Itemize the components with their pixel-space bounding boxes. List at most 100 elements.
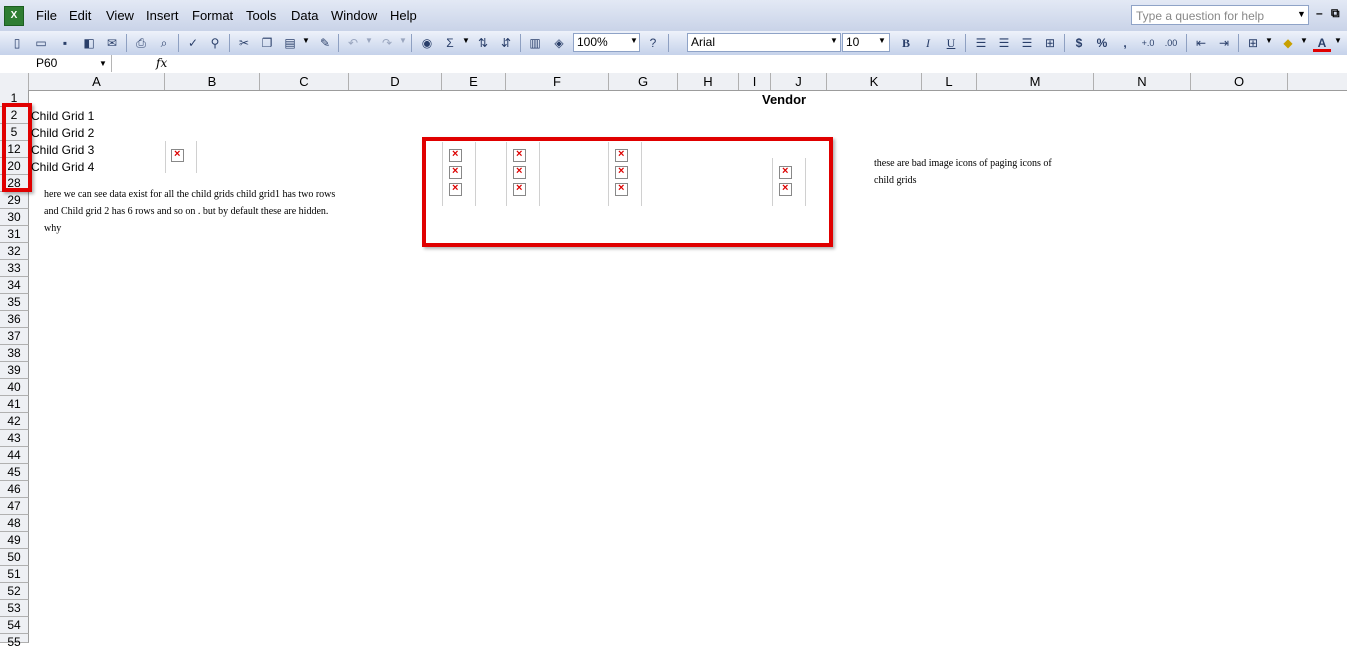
column-header-j[interactable]: J [771, 73, 827, 90]
row-header[interactable]: 52 [0, 583, 29, 600]
print-preview-icon[interactable]: ⌕ [155, 34, 173, 52]
undo-icon[interactable]: ↶ [344, 34, 362, 52]
undo-dropdown-icon[interactable]: ▼ [365, 36, 373, 45]
permission-icon[interactable]: ◧ [80, 34, 98, 52]
fill-color-icon[interactable]: ◆ [1279, 34, 1297, 52]
increase-decimal-icon[interactable]: +.0 [1139, 34, 1157, 52]
sort-ascending-icon[interactable]: ⇅ [474, 34, 492, 52]
menu-tools[interactable]: Tools [246, 8, 276, 23]
column-header-l[interactable]: L [922, 73, 977, 90]
row-header[interactable]: 48 [0, 515, 29, 532]
row-header[interactable]: 47 [0, 498, 29, 515]
menu-data[interactable]: Data [291, 8, 318, 23]
comma-button[interactable]: , [1116, 34, 1134, 52]
spelling-icon[interactable]: ✓ [184, 34, 202, 52]
child-grid-1-cell[interactable]: Child Grid 1 [31, 109, 94, 123]
paste-dropdown-icon[interactable]: ▼ [302, 36, 310, 45]
row-header[interactable]: 35 [0, 294, 29, 311]
restore-icon[interactable]: ⧉ [1331, 6, 1340, 21]
underline-button[interactable]: U [942, 34, 960, 52]
drawing-icon[interactable]: ◈ [550, 34, 568, 52]
row-header[interactable]: 49 [0, 532, 29, 549]
menu-edit[interactable]: Edit [69, 8, 91, 23]
menu-view[interactable]: View [106, 8, 134, 23]
row-header[interactable]: 29 [0, 192, 29, 209]
column-header-d[interactable]: D [349, 73, 442, 90]
open-icon[interactable]: ▭ [32, 34, 50, 52]
row-header[interactable]: 55 [0, 634, 29, 649]
row-header[interactable]: 50 [0, 549, 29, 566]
row-header[interactable]: 40 [0, 379, 29, 396]
child-grid-4-cell[interactable]: Child Grid 4 [31, 160, 94, 174]
research-icon[interactable]: ⚲ [206, 34, 224, 52]
row-header[interactable]: 33 [0, 260, 29, 277]
formula-bar[interactable] [0, 55, 1347, 74]
autosum-icon[interactable]: Σ [441, 34, 459, 52]
fill-color-dropdown-icon[interactable]: ▼ [1300, 36, 1308, 45]
menu-file[interactable]: File [36, 8, 57, 23]
name-box-dropdown-icon[interactable]: ▼ [99, 59, 107, 68]
excel-app-icon[interactable]: X [4, 6, 24, 26]
font-name-select[interactable]: Arial [687, 33, 841, 52]
row-header[interactable]: 41 [0, 396, 29, 413]
column-header-a[interactable]: A [29, 73, 165, 90]
row-header[interactable]: 54 [0, 617, 29, 634]
column-header-g[interactable]: G [609, 73, 678, 90]
column-header-n[interactable]: N [1094, 73, 1191, 90]
paste-icon[interactable]: ▤ [281, 34, 299, 52]
row-header[interactable]: 36 [0, 311, 29, 328]
menu-insert[interactable]: Insert [146, 8, 179, 23]
percent-button[interactable]: % [1093, 34, 1111, 52]
email-icon[interactable]: ✉ [103, 34, 121, 52]
row-header[interactable]: 30 [0, 209, 29, 226]
column-header-m[interactable]: M [977, 73, 1094, 90]
align-left-icon[interactable]: ☰ [972, 34, 990, 52]
decrease-decimal-icon[interactable]: .00 [1162, 34, 1180, 52]
borders-dropdown-icon[interactable]: ▼ [1265, 36, 1273, 45]
row-header[interactable]: 32 [0, 243, 29, 260]
menu-help[interactable]: Help [390, 8, 417, 23]
borders-icon[interactable]: ⊞ [1244, 34, 1262, 52]
align-center-icon[interactable]: ☰ [995, 34, 1013, 52]
child-grid-3-cell[interactable]: Child Grid 3 [31, 143, 94, 157]
select-all-corner[interactable] [0, 73, 29, 90]
font-size-dropdown-icon[interactable]: ▼ [878, 36, 886, 45]
column-header-e[interactable]: E [442, 73, 506, 90]
font-color-icon[interactable]: A [1313, 34, 1331, 52]
row-header[interactable]: 45 [0, 464, 29, 481]
column-header-h[interactable]: H [678, 73, 739, 90]
vendor-cell[interactable]: Vendor [762, 92, 806, 107]
decrease-indent-icon[interactable]: ⇤ [1192, 34, 1210, 52]
row-header[interactable]: 53 [0, 600, 29, 617]
minimize-icon[interactable]: – [1316, 6, 1323, 20]
column-header-k[interactable]: K [827, 73, 922, 90]
italic-button[interactable]: I [919, 34, 937, 52]
save-icon[interactable]: ▪ [56, 34, 74, 52]
format-painter-icon[interactable]: ✎ [316, 34, 334, 52]
row-header[interactable]: 42 [0, 413, 29, 430]
help-icon[interactable]: ? [644, 34, 662, 52]
row-header[interactable]: 46 [0, 481, 29, 498]
help-dropdown-icon[interactable]: ▼ [1297, 9, 1306, 19]
row-header[interactable]: 38 [0, 345, 29, 362]
row-header[interactable]: 31 [0, 226, 29, 243]
sort-descending-icon[interactable]: ⇵ [497, 34, 515, 52]
merge-center-icon[interactable]: ⊞ [1041, 34, 1059, 52]
help-search-input[interactable]: Type a question for help [1131, 5, 1309, 25]
cut-icon[interactable]: ✂ [235, 34, 253, 52]
column-header-f[interactable]: F [506, 73, 609, 90]
column-header-i[interactable]: I [739, 73, 771, 90]
redo-dropdown-icon[interactable]: ▼ [399, 36, 407, 45]
insert-function-icon[interactable]: fx [156, 56, 167, 70]
row-header[interactable]: 39 [0, 362, 29, 379]
copy-icon[interactable]: ❐ [258, 34, 276, 52]
autosum-dropdown-icon[interactable]: ▼ [462, 36, 470, 45]
redo-icon[interactable]: ↷ [378, 34, 396, 52]
column-header-c[interactable]: C [260, 73, 349, 90]
child-grid-2-cell[interactable]: Child Grid 2 [31, 126, 94, 140]
bold-button[interactable]: B [897, 34, 915, 52]
row-header[interactable]: 34 [0, 277, 29, 294]
menu-format[interactable]: Format [192, 8, 233, 23]
row-header[interactable]: 37 [0, 328, 29, 345]
font-name-dropdown-icon[interactable]: ▼ [830, 36, 838, 45]
